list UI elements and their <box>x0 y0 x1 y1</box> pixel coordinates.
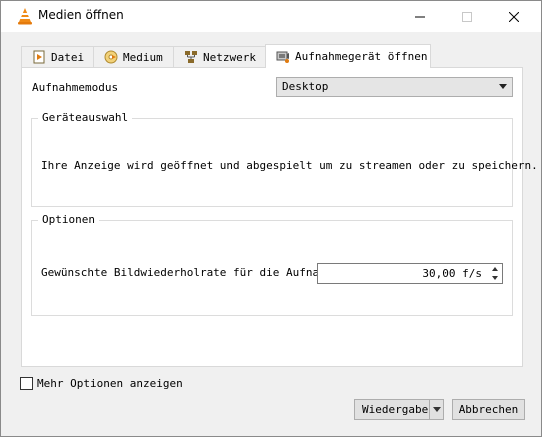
capture-panel: Aufnahmemodus Desktop Geräteauswahl Ihre… <box>21 67 538 367</box>
title-bar: Medien öffnen <box>1 1 541 32</box>
tab-label: Aufnahmegerät öffnen <box>295 50 428 63</box>
maximize-button[interactable] <box>444 1 490 32</box>
close-button[interactable] <box>491 1 537 32</box>
capture-device-icon <box>276 51 289 63</box>
cancel-button[interactable]: Abbrechen <box>452 399 525 420</box>
play-button[interactable]: Wiedergabe <box>354 399 444 420</box>
group-title: Optionen <box>38 213 99 226</box>
maximize-icon <box>462 11 472 22</box>
vlc-cone-icon <box>18 8 32 25</box>
arrow-down-icon <box>491 276 498 280</box>
tab-label: Medium <box>123 50 163 64</box>
tab-network[interactable]: Netzwerk <box>173 46 266 67</box>
options-group: Optionen Gewünschte Bildwiederholrate fü… <box>31 213 513 316</box>
spin-down-button[interactable] <box>488 274 501 282</box>
spinbox-buttons <box>488 265 501 282</box>
tab-disc[interactable]: Medium <box>93 46 174 67</box>
chevron-down-icon <box>432 407 441 412</box>
play-dropdown-button[interactable] <box>429 400 443 419</box>
network-icon <box>185 51 197 63</box>
device-info-text: Ihre Anzeige wird geöffnet und abgespiel… <box>41 159 538 172</box>
tab-capture-device[interactable]: Aufnahmegerät öffnen <box>265 44 431 68</box>
play-button-label: Wiedergabe <box>362 403 429 416</box>
cancel-button-label: Abbrechen <box>458 403 519 416</box>
chevron-down-icon <box>499 84 507 89</box>
group-title: Geräteauswahl <box>38 111 133 124</box>
capture-mode-select[interactable]: Desktop <box>276 77 513 97</box>
device-selection-group: Geräteauswahl Ihre Anzeige wird geöffnet… <box>31 111 538 207</box>
disc-icon <box>104 50 118 64</box>
more-options-checkbox[interactable] <box>20 377 33 390</box>
open-media-dialog: Medien öffnen Datei Medium Netzwerk Aufn… <box>0 0 542 437</box>
minimize-button[interactable] <box>397 1 443 32</box>
tab-label: Netzwerk <box>203 50 256 64</box>
tab-file[interactable]: Datei <box>21 46 94 67</box>
file-play-icon <box>33 50 45 64</box>
capture-mode-label: Aufnahmemodus <box>32 81 119 94</box>
more-options-label: Mehr Optionen anzeigen <box>37 377 183 390</box>
tab-label: Datei <box>51 50 85 64</box>
more-options-toggle[interactable]: Mehr Optionen anzeigen <box>20 377 183 390</box>
frame-rate-spinbox[interactable]: 30,00 f/s <box>317 263 503 284</box>
frame-rate-value: 30,00 f/s <box>422 267 482 280</box>
minimize-icon <box>415 16 425 17</box>
capture-mode-value: Desktop <box>282 80 329 93</box>
window-title: Medien öffnen <box>38 8 124 22</box>
arrow-up-icon <box>491 267 498 271</box>
close-icon <box>509 11 519 22</box>
spin-up-button[interactable] <box>488 265 501 273</box>
frame-rate-label: Gewünschte Bildwiederholrate für die Auf… <box>41 266 340 279</box>
